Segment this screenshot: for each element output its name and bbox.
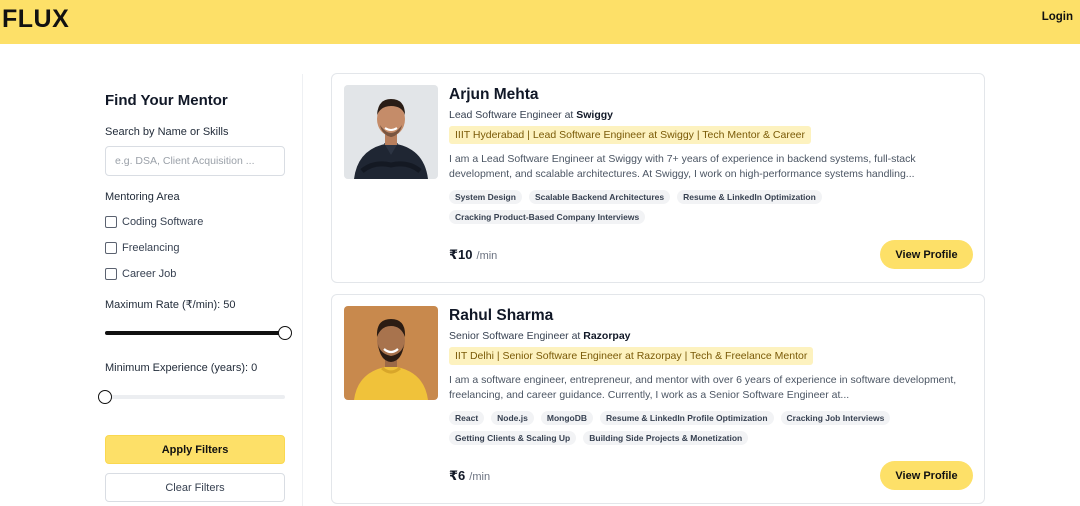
price-value: ₹6 — [449, 468, 466, 483]
mentor-tagline: IIIT Hyderabad | Lead Software Engineer … — [449, 126, 812, 144]
skill-tags: System Design Scalable Backend Architect… — [449, 190, 969, 224]
skill-tag: Cracking Job Interviews — [780, 411, 891, 425]
checkbox-label: Career Job — [122, 268, 177, 280]
brand-logo[interactable]: FLUX — [2, 5, 69, 34]
role-prefix: Senior Software Engineer at — [449, 330, 581, 342]
min-experience-label: Minimum Experience (years): 0 — [105, 362, 258, 374]
slider-thumb[interactable] — [278, 326, 292, 340]
skill-tag: Building Side Projects & Monetization — [583, 431, 749, 445]
company-name: Swiggy — [576, 109, 614, 121]
skill-tag: MongoDB — [540, 411, 593, 425]
clear-filters-button[interactable]: Clear Filters — [105, 473, 285, 502]
search-label: Search by Name or Skills — [105, 126, 229, 138]
price-unit: /min — [469, 471, 491, 483]
skill-tag: Resume & LinkedIn Optimization — [677, 190, 822, 204]
price-unit: /min — [476, 250, 498, 262]
skill-tag: Getting Clients & Scaling Up — [449, 431, 577, 445]
area-option-coding[interactable]: Coding Software — [105, 214, 203, 230]
area-option-career[interactable]: Career Job — [105, 266, 176, 282]
skill-tag: Resume & LinkedIn Profile Optimization — [600, 411, 774, 425]
coding-software-checkbox[interactable] — [105, 216, 117, 228]
mentoring-area-label: Mentoring Area — [105, 191, 180, 203]
mentor-card: Rahul Sharma Senior Software Engineer at… — [331, 294, 985, 504]
apply-filters-button[interactable]: Apply Filters — [105, 435, 285, 464]
mentor-card: Arjun Mehta Lead Software Engineer at Sw… — [331, 73, 985, 283]
mentor-price: ₹6/min — [449, 468, 490, 484]
mentor-bio: I am a Lead Software Engineer at Swiggy … — [449, 153, 916, 180]
login-link[interactable]: Login — [1042, 11, 1073, 23]
skill-tag: System Design — [449, 190, 522, 204]
mentor-role: Lead Software Engineer at Swiggy — [449, 109, 613, 121]
slider-fill — [105, 331, 285, 335]
checkbox-label: Coding Software — [122, 216, 204, 228]
view-profile-button[interactable]: View Profile — [880, 461, 973, 490]
skill-tag: React — [449, 411, 485, 425]
top-navbar: FLUX Login — [0, 0, 1080, 44]
slider-thumb[interactable] — [98, 390, 112, 404]
mentor-name: Arjun Mehta — [449, 86, 539, 103]
skill-tag: Node.js — [491, 411, 534, 425]
price-value: ₹10 — [449, 247, 473, 262]
min-experience-slider[interactable] — [98, 390, 285, 404]
mentor-name: Rahul Sharma — [449, 307, 554, 324]
mentor-role: Senior Software Engineer at Razorpay — [449, 330, 631, 342]
view-profile-button[interactable]: View Profile — [880, 240, 973, 269]
mentor-price: ₹10/min — [449, 247, 497, 263]
search-input[interactable] — [105, 146, 285, 176]
slider-track — [105, 395, 285, 399]
sidebar-title: Find Your Mentor — [105, 92, 228, 109]
filter-sidebar: Find Your Mentor Search by Name or Skill… — [91, 74, 303, 506]
career-job-checkbox[interactable] — [105, 268, 117, 280]
skill-tag: Cracking Product-Based Company Interview… — [449, 210, 646, 224]
skill-tag: Scalable Backend Architectures — [528, 190, 671, 204]
checkbox-label: Freelancing — [122, 242, 180, 254]
mentor-tagline: IIT Delhi | Senior Software Engineer at … — [449, 347, 814, 365]
max-rate-label: Maximum Rate (₹/min): 50 — [105, 299, 236, 311]
company-name: Razorpay — [583, 330, 631, 342]
skill-tags: React Node.js MongoDB Resume & LinkedIn … — [449, 411, 969, 445]
max-rate-slider[interactable] — [105, 326, 292, 340]
freelancing-checkbox[interactable] — [105, 242, 117, 254]
mentor-photo — [344, 306, 438, 400]
mentor-photo — [344, 85, 438, 179]
area-option-freelancing[interactable]: Freelancing — [105, 240, 179, 256]
role-prefix: Lead Software Engineer at — [449, 109, 574, 121]
mentor-bio: I am a software engineer, entrepreneur, … — [449, 374, 957, 401]
